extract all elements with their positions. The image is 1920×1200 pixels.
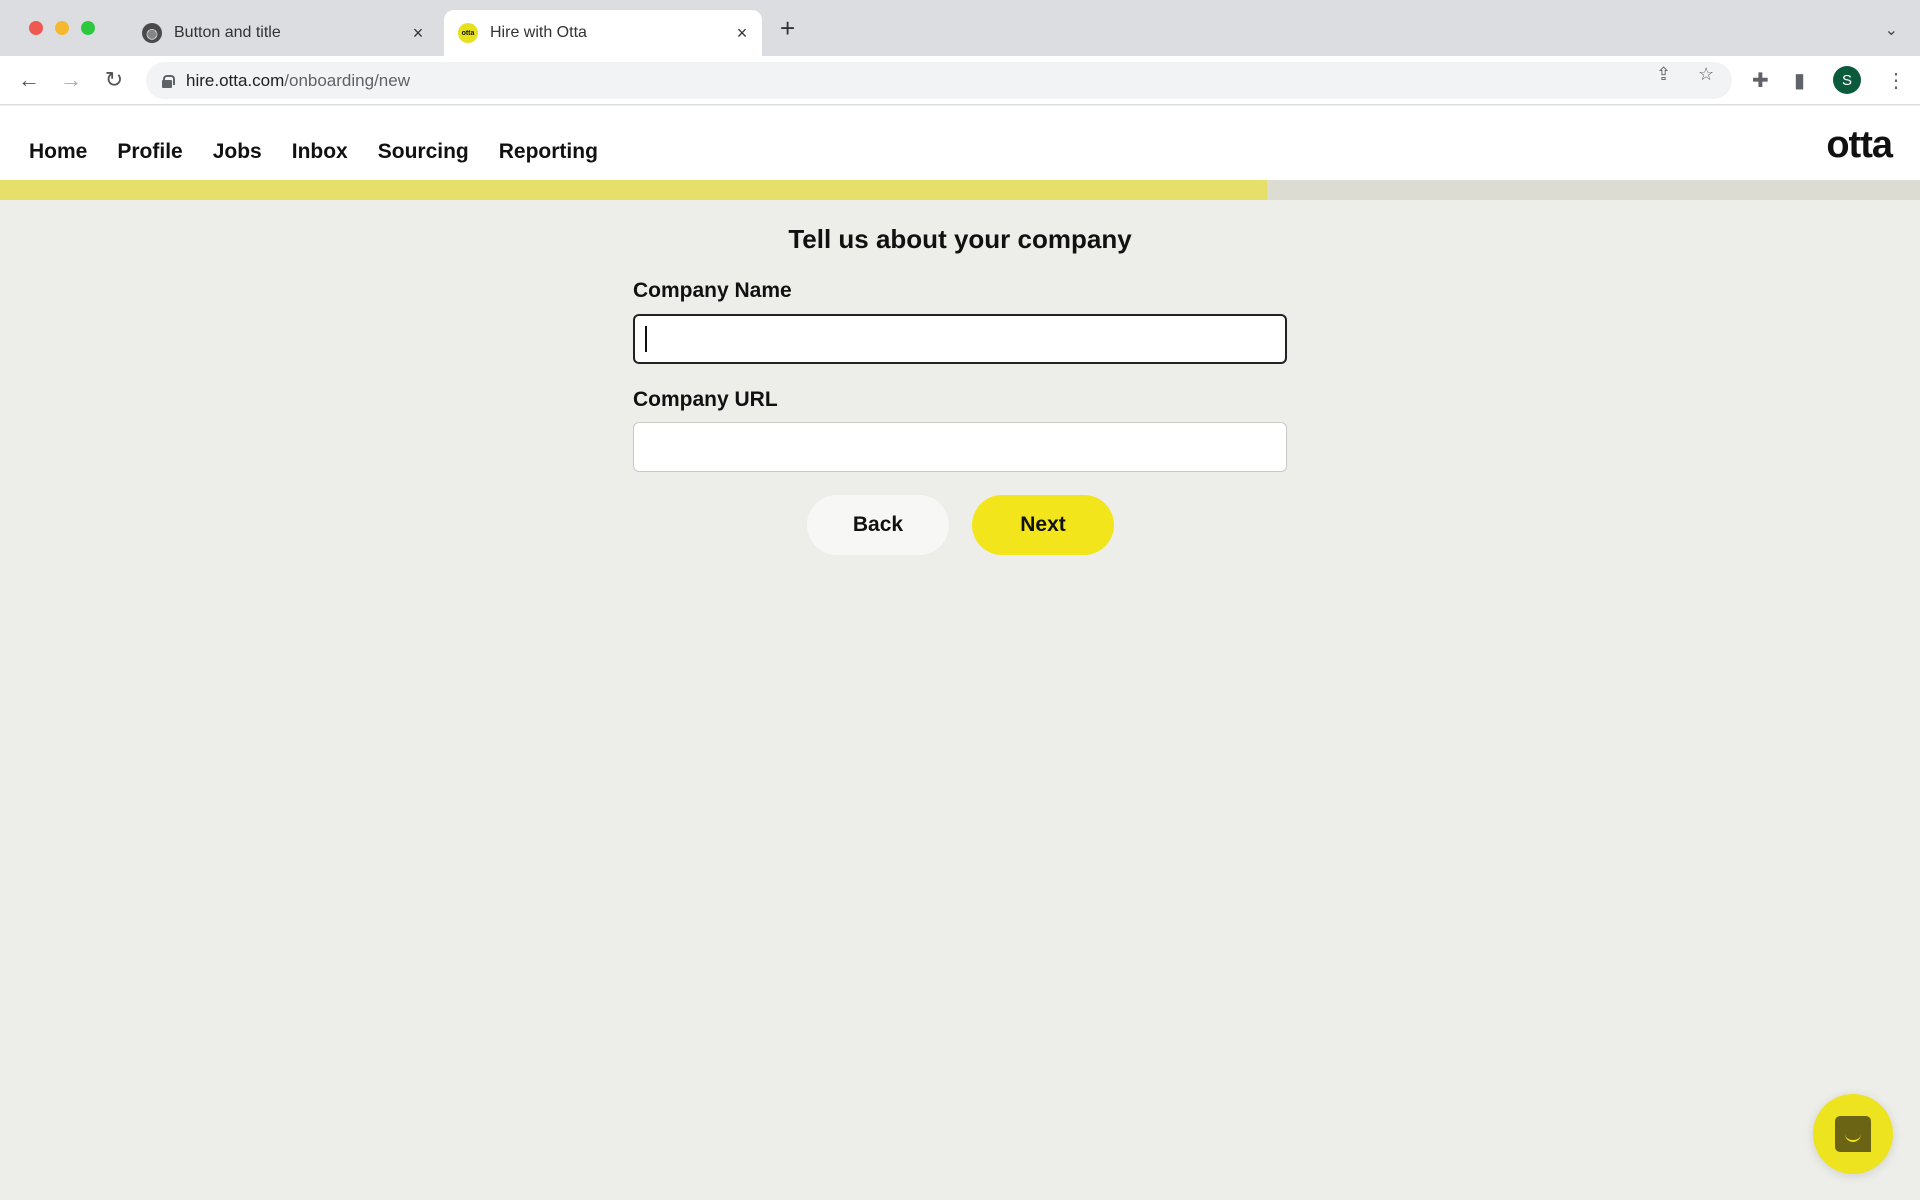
next-button[interactable]: Next <box>972 495 1114 555</box>
otta-favicon-icon: otta <box>458 23 478 43</box>
profile-avatar[interactable]: S <box>1833 66 1861 94</box>
browser-tab-bar: ◍ Button and title × otta Hire with Otta… <box>0 0 1920 56</box>
lock-icon <box>162 74 175 88</box>
forward-arrow-icon[interactable]: → <box>58 67 84 93</box>
url-path: /onboarding/new <box>284 70 410 90</box>
text-caret <box>645 326 647 352</box>
new-tab-button[interactable]: + <box>780 15 795 41</box>
chat-launcher-button[interactable] <box>1813 1094 1893 1174</box>
nav-inbox[interactable]: Inbox <box>292 140 348 164</box>
back-arrow-icon[interactable]: ← <box>16 67 42 93</box>
app-header: Home Profile Jobs Inbox Sourcing Reporti… <box>0 106 1920 180</box>
maximize-window-button[interactable] <box>81 21 95 35</box>
tab-button-and-title[interactable]: ◍ Button and title × <box>128 10 438 56</box>
company-url-label: Company URL <box>633 388 778 411</box>
globe-icon: ◍ <box>142 23 162 43</box>
tab-search-chevron-icon[interactable]: ⌄ <box>1885 20 1898 40</box>
url-host: hire.otta.com <box>186 70 285 90</box>
browser-toolbar: ← → ↻ hire.otta.com/onboarding/new ⇪ ☆ ✚… <box>0 56 1920 105</box>
browser-menu-icon[interactable]: ⋮ <box>1886 68 1906 93</box>
back-button[interactable]: Back <box>807 495 949 555</box>
progress-fill <box>0 180 1268 200</box>
nav-jobs[interactable]: Jobs <box>213 140 262 164</box>
close-tab-icon[interactable]: × <box>730 23 754 44</box>
nav-home[interactable]: Home <box>29 140 87 164</box>
reload-icon[interactable]: ↻ <box>101 67 127 93</box>
address-bar[interactable]: hire.otta.com/onboarding/new <box>146 62 1732 99</box>
nav-sourcing[interactable]: Sourcing <box>378 140 469 164</box>
bookmark-star-icon[interactable]: ☆ <box>1698 64 1714 85</box>
tab-hire-with-otta[interactable]: otta Hire with Otta × <box>444 10 762 56</box>
side-panel-icon[interactable]: ▮ <box>1794 68 1805 93</box>
close-window-button[interactable] <box>29 21 43 35</box>
minimize-window-button[interactable] <box>55 21 69 35</box>
tab-title: Hire with Otta <box>490 24 587 41</box>
url-text[interactable]: hire.otta.com/onboarding/new <box>186 71 410 91</box>
close-tab-icon[interactable]: × <box>406 23 430 44</box>
tab-title: Button and title <box>174 24 281 41</box>
company-name-label: Company Name <box>633 279 792 302</box>
company-name-input[interactable] <box>633 314 1287 364</box>
otta-logo[interactable]: otta <box>1826 124 1893 167</box>
nav-reporting[interactable]: Reporting <box>499 140 598 164</box>
nav-profile[interactable]: Profile <box>117 140 182 164</box>
company-url-input[interactable] <box>633 422 1287 472</box>
share-icon[interactable]: ⇪ <box>1656 64 1671 85</box>
extensions-puzzle-icon[interactable]: ✚ <box>1752 68 1769 93</box>
onboarding-progress-bar <box>0 180 1920 200</box>
main-nav: Home Profile Jobs Inbox Sourcing Reporti… <box>29 140 628 164</box>
page-title: Tell us about your company <box>788 224 1132 254</box>
chat-bubble-icon <box>1835 1116 1871 1152</box>
